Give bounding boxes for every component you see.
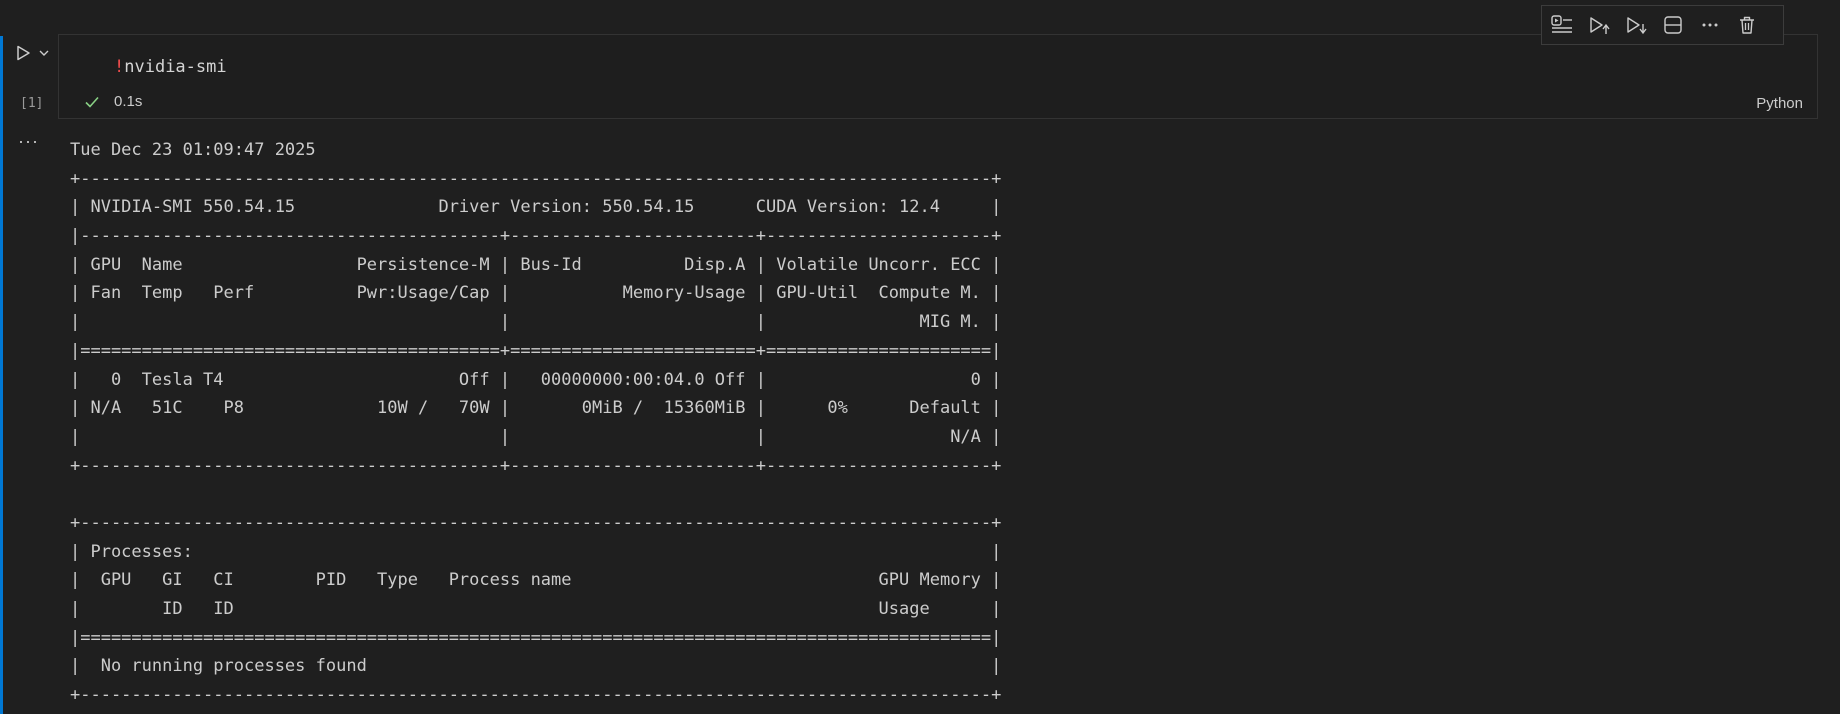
cell-language-selector[interactable]: Python bbox=[1756, 95, 1803, 112]
execution-count: [1] bbox=[20, 96, 44, 111]
output-line: |=======================================… bbox=[70, 627, 1002, 648]
execution-time: 0.1s bbox=[114, 93, 143, 110]
shell-bang: ! bbox=[114, 57, 125, 77]
execute-above-icon bbox=[1590, 17, 1610, 34]
ellipsis-icon bbox=[1702, 23, 1718, 27]
play-icon bbox=[17, 45, 30, 61]
output-line: | NVIDIA-SMI 550.54.15 Driver Version: 5… bbox=[70, 197, 1002, 218]
execute-above-button[interactable] bbox=[1585, 11, 1613, 39]
output-line: | No running processes found | bbox=[70, 656, 1002, 677]
delete-cell-button[interactable] bbox=[1733, 11, 1761, 39]
trash-icon bbox=[1740, 16, 1754, 34]
execution-status: 0.1s bbox=[84, 93, 142, 110]
output-line: Tue Dec 23 01:09:47 2025 bbox=[70, 140, 388, 160]
active-cell-indicator bbox=[0, 36, 3, 714]
code-cell-editor[interactable]: !nvidia-smi 0.1s Python bbox=[58, 34, 1818, 119]
output-line: | N/A 51C P8 10W / 70W | 0MiB / 15360MiB… bbox=[70, 398, 1002, 419]
cell-output: Tue Dec 23 01:09:47 2025 +--------------… bbox=[70, 136, 1001, 710]
run-cell-button[interactable] bbox=[10, 40, 36, 66]
output-line: | Processes: | bbox=[70, 541, 1002, 562]
checkmark-icon bbox=[85, 96, 99, 108]
output-line: | | | MIG M. | bbox=[70, 312, 1002, 333]
run-by-line-button[interactable] bbox=[1548, 11, 1576, 39]
output-line: |=======================================… bbox=[70, 340, 1002, 361]
split-cell-icon bbox=[1664, 16, 1682, 34]
run-by-line-icon bbox=[1551, 15, 1572, 33]
output-line: +---------------------------------------… bbox=[70, 455, 1002, 476]
output-line: | GPU GI CI PID Type Process name GPU Me… bbox=[70, 570, 1002, 591]
output-line: +---------------------------------------… bbox=[70, 685, 1002, 706]
output-line: | 0 Tesla T4 Off | 00000000:00:04.0 Off … bbox=[70, 369, 1002, 390]
more-actions-button[interactable] bbox=[1696, 11, 1724, 39]
code-line[interactable]: !nvidia-smi bbox=[114, 57, 227, 77]
execute-below-button[interactable] bbox=[1622, 11, 1650, 39]
run-options-dropdown[interactable] bbox=[36, 44, 52, 62]
output-line: +---------------------------------------… bbox=[70, 512, 1002, 533]
shell-command: nvidia-smi bbox=[124, 57, 227, 77]
cell-toolbar bbox=[1541, 5, 1784, 45]
output-line: | ID ID Usage | bbox=[70, 599, 1002, 619]
chevron-down-icon bbox=[39, 50, 49, 56]
output-line: |---------------------------------------… bbox=[70, 226, 1002, 247]
output-line: | | | N/A | bbox=[70, 426, 1002, 447]
output-line: | Fan Temp Perf Pwr:Usage/Cap | Memory-U… bbox=[70, 283, 1002, 304]
split-cell-button[interactable] bbox=[1659, 11, 1687, 39]
execute-below-icon bbox=[1627, 17, 1647, 35]
output-line: | GPU Name Persistence-M | Bus-Id Disp.A… bbox=[70, 254, 1002, 275]
output-more-actions[interactable]: ··· bbox=[18, 132, 39, 150]
output-line: +---------------------------------------… bbox=[70, 168, 1002, 189]
